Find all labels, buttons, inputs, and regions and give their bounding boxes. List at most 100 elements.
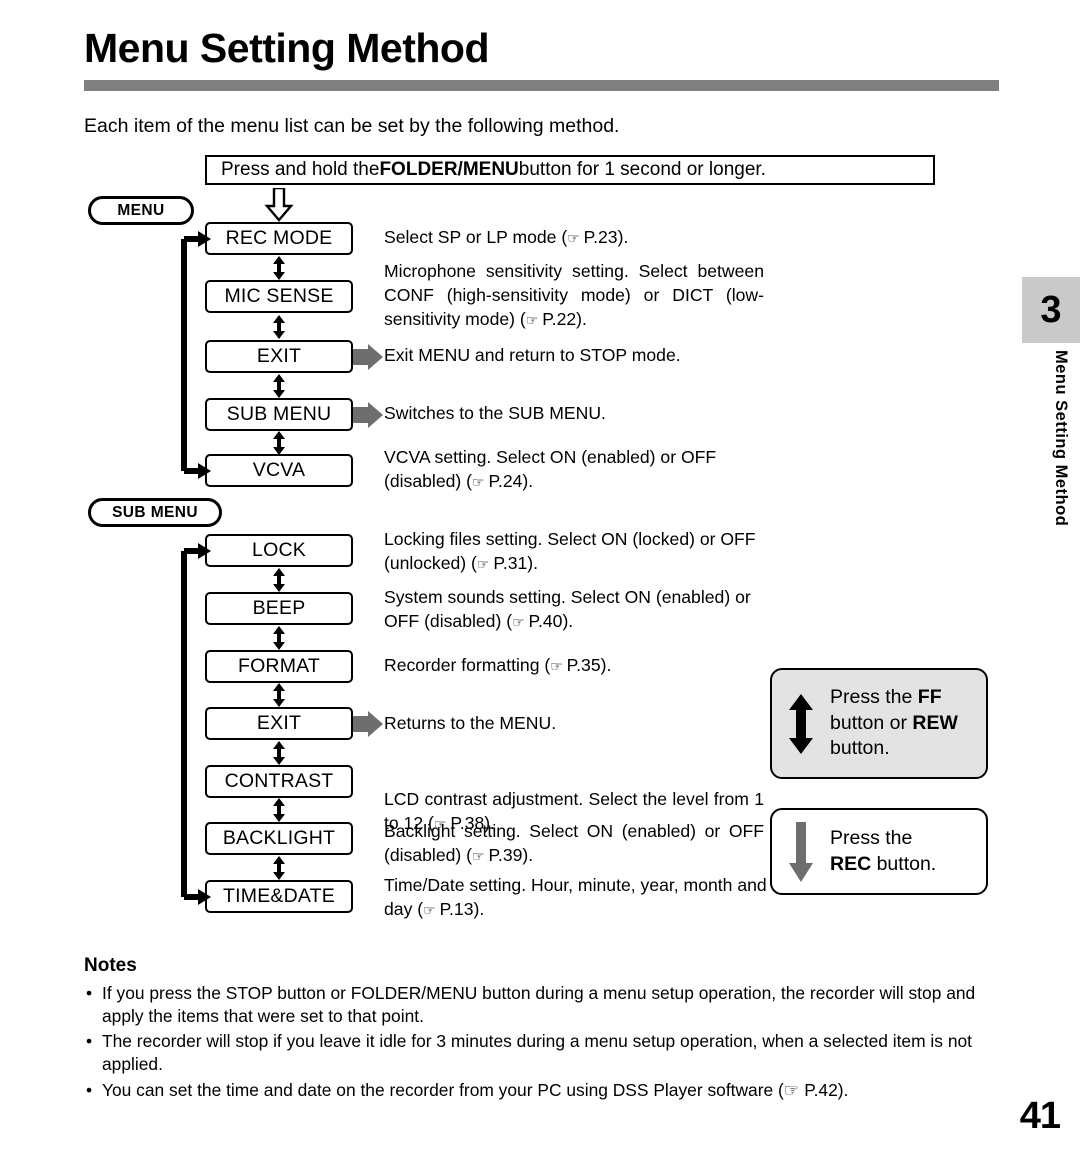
pointing-hand-icon: ☞ <box>472 847 485 864</box>
up-down-double-arrow-icon <box>273 567 285 592</box>
up-down-double-arrow-icon <box>273 625 285 650</box>
description-page-ref: P.24). <box>483 470 534 491</box>
callout-ff-line3: button. <box>830 737 890 760</box>
callout-rec-line1: Press the <box>830 826 913 849</box>
flow-description: Time/Date setting. Hour, minute, year, m… <box>384 874 784 922</box>
note-text: The recorder will stop if you leave it i… <box>102 1031 972 1075</box>
flow-box[interactable]: EXIT <box>205 340 353 373</box>
flow-box[interactable]: SUB MENU <box>205 398 353 431</box>
callout-rec-line2-bold: REC <box>830 852 872 875</box>
description-page-ref: P.39). <box>483 844 534 865</box>
flow-description: Exit MENU and return to STOP mode. <box>384 344 784 368</box>
description-text: Recorder formatting ( <box>384 655 551 675</box>
note-bullet: • <box>86 983 93 1003</box>
description-page-ref: P.22). <box>537 308 587 329</box>
note-item: • You can set the time and date on the r… <box>84 1079 999 1102</box>
gray-right-arrow-icon <box>353 402 383 428</box>
note-item: • The recorder will stop if you leave it… <box>84 1030 999 1076</box>
manual-page: Menu Setting Method Each item of the men… <box>0 0 1080 1156</box>
gray-right-arrow-icon <box>353 344 383 370</box>
description-text: Returns to the MENU. <box>384 713 557 733</box>
up-down-double-arrow-icon <box>273 683 285 707</box>
pointing-hand-icon: ☞ <box>525 311 539 328</box>
notes-heading: Notes <box>84 955 137 976</box>
flow-description: VCVA setting. Select ON (enabled) or OFF… <box>384 446 784 494</box>
page-number: 41 <box>1019 1095 1061 1137</box>
sub-menu-pill-text: SUB MENU <box>112 503 198 521</box>
callout-rec-text: Press the REC button. <box>830 826 936 877</box>
note-text: You can set the time and date on the rec… <box>102 1079 849 1100</box>
chapter-side-label: Menu Setting Method <box>1052 350 1070 527</box>
pointing-hand-icon: ☞ <box>476 555 490 572</box>
instruction-box: Press and hold the FOLDER/MENU button fo… <box>205 155 935 185</box>
flow-description: Switches to the SUB MENU. <box>384 402 784 426</box>
pointing-hand-icon: ☞ <box>567 230 580 246</box>
flow-box[interactable]: BACKLIGHT <box>205 822 353 855</box>
flow-description: System sounds setting. Select ON (enable… <box>384 586 784 634</box>
down-arrow-icon <box>772 821 830 883</box>
intro-text: Each item of the menu list can be set by… <box>84 115 620 137</box>
description-page-ref: P.13). <box>434 898 485 919</box>
flow-description: Locking files setting. Select ON (locked… <box>384 528 784 576</box>
pointing-hand-icon: ☞ <box>512 613 525 630</box>
up-down-double-arrow-icon <box>273 255 285 280</box>
down-arrow-outline-icon <box>264 188 294 222</box>
loop-back-arrow <box>181 230 211 479</box>
loop-back-arrow <box>181 542 211 905</box>
pointing-hand-icon: ☞ <box>472 473 485 490</box>
gray-right-arrow-icon <box>353 711 383 737</box>
description-page-ref: P.35). <box>561 655 612 675</box>
note-text: If you press the STOP button or FOLDER/M… <box>102 983 976 1027</box>
flow-box[interactable]: VCVA <box>205 454 353 487</box>
description-page-ref: P.23). <box>578 227 629 247</box>
flow-description: Backlight setting. Select ON (enabled) o… <box>384 820 764 868</box>
callout-rec-line2-suffix: button. <box>871 852 937 875</box>
callout-ff-line2-pre: button or <box>830 711 913 734</box>
callout-ff-line1-pre: Press the <box>830 685 918 708</box>
instruction-bold: FOLDER/MENU <box>379 159 519 180</box>
instruction-prefix: Press and hold the <box>221 159 380 180</box>
flow-box[interactable]: EXIT <box>205 707 353 740</box>
callout-ff-line2-bold: REW <box>912 711 958 734</box>
pointing-hand-icon: ☞ <box>550 658 563 674</box>
flow-description: Microphone sensitivity setting. Select b… <box>384 260 764 331</box>
flow-box[interactable]: LOCK <box>205 534 353 567</box>
callout-rec: Press the REC button. <box>770 808 988 895</box>
pointing-hand-icon: ☞ <box>423 901 436 918</box>
flow-box[interactable]: FORMAT <box>205 650 353 683</box>
up-down-arrow-icon <box>772 693 830 755</box>
description-text: Select SP or LP mode ( <box>384 227 568 247</box>
flow-box[interactable]: TIME&DATE <box>205 880 353 913</box>
flow-description: Recorder formatting (☞ P.35). <box>384 654 784 678</box>
flow-description: Returns to the MENU. <box>384 712 784 736</box>
note-bullet: • <box>86 1031 93 1052</box>
up-down-double-arrow-icon <box>273 430 285 455</box>
description-text: Backlight setting. Select ON (enabled) o… <box>384 821 764 865</box>
description-text: VCVA setting. Select ON (enabled) or OFF… <box>384 447 717 491</box>
sub-menu-pill-label: SUB MENU <box>88 498 222 527</box>
callout-ff-text: Press the FF button or REW button. <box>830 685 958 762</box>
callout-ff-line1-bold: FF <box>917 685 942 708</box>
note-bullet: • <box>86 1079 93 1100</box>
flow-box[interactable]: BEEP <box>205 592 353 625</box>
title-rule <box>84 80 999 91</box>
flow-box[interactable]: REC MODE <box>205 222 353 255</box>
flow-box[interactable]: CONTRAST <box>205 765 353 798</box>
up-down-double-arrow-icon <box>273 314 285 339</box>
flow-description: Select SP or LP mode (☞ P.23). <box>384 226 784 250</box>
description-text: Switches to the SUB MENU. <box>384 403 606 423</box>
notes-list: • If you press the STOP button or FOLDER… <box>84 982 999 1104</box>
description-text: Exit MENU and return to STOP mode. <box>384 345 681 365</box>
up-down-double-arrow-icon <box>273 740 285 765</box>
page-title: Menu Setting Method <box>84 25 490 71</box>
chapter-tab: 3 <box>1022 277 1080 343</box>
description-page-ref: P.31). <box>488 552 539 573</box>
flow-box[interactable]: MIC SENSE <box>205 280 353 313</box>
instruction-suffix: button for 1 second or longer. <box>518 159 766 180</box>
chapter-number: 3 <box>1040 288 1062 331</box>
up-down-double-arrow-icon <box>273 373 285 398</box>
note-item: • If you press the STOP button or FOLDER… <box>84 982 999 1028</box>
callout-ff-rew: Press the FF button or REW button. <box>770 668 988 779</box>
description-page-ref: P.40). <box>523 610 574 631</box>
description-text: Locking files setting. Select ON (locked… <box>384 529 756 573</box>
